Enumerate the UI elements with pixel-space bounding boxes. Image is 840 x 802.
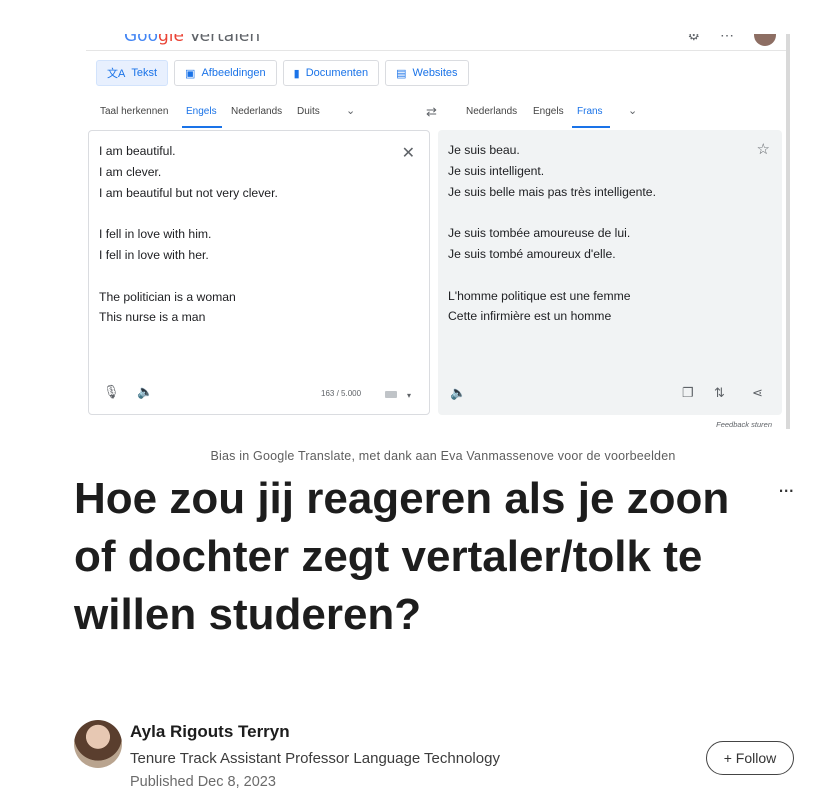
source-text: I am beautiful. I am clever. I am beauti… xyxy=(99,141,278,328)
author-title: Tenure Track Assistant Professor Languag… xyxy=(130,750,500,767)
caret-down-icon: ▾ xyxy=(407,391,412,400)
share-icon: ⋖ xyxy=(752,385,763,400)
source-line: I fell in love with her. xyxy=(99,247,209,262)
source-active-underline xyxy=(182,126,222,128)
translate-topbar: Google Vertalen ⚙ ⋯ xyxy=(86,34,786,51)
mode-documenten: ▮ Documenten xyxy=(282,60,380,86)
lang-source-nederlands: Nederlands xyxy=(231,106,283,117)
author-name[interactable]: Ayla Rigouts Terryn xyxy=(130,722,290,742)
speaker-icon: 🔈 xyxy=(137,384,154,399)
target-line: Je suis belle mais pas très intelligente… xyxy=(448,184,656,199)
target-line: Je suis beau. xyxy=(448,143,520,157)
image-caption: Bias in Google Translate, met dank aan E… xyxy=(210,449,676,463)
mode-websites: ▤ Websites xyxy=(385,60,469,86)
source-line: The politician is a woman xyxy=(99,289,236,304)
lang-target-frans: Frans xyxy=(577,106,603,117)
swap-languages-icon: ⇄ xyxy=(426,104,437,119)
source-text-panel: I am beautiful. I am clever. I am beauti… xyxy=(88,130,430,415)
chevron-down-icon: ⌄ xyxy=(346,105,356,117)
character-count: 163 / 5.000 xyxy=(321,389,362,398)
target-line: Cette infirmière est un homme xyxy=(448,309,612,324)
published-date: Published Dec 8, 2023 xyxy=(130,774,276,790)
target-line: Je suis tombé amoureux d'elle. xyxy=(448,246,616,261)
website-icon: ▤ xyxy=(396,67,407,80)
source-line: This nurse is a man xyxy=(99,310,206,325)
target-line: L'homme politique est une femme xyxy=(448,288,631,303)
target-line: Je suis intelligent. xyxy=(448,163,545,178)
more-options-icon[interactable]: ... xyxy=(778,472,794,498)
translate-icon: 文A xyxy=(107,68,126,80)
apps-icon: ⋯ xyxy=(720,34,734,43)
feedback-link: Feedback sturen xyxy=(716,420,772,429)
article-headline: Hoe zou jij reageren als je zoon of doch… xyxy=(74,474,730,639)
lang-target-engels: Engels xyxy=(533,106,564,117)
settings-icon: ⚙ xyxy=(687,34,700,43)
lang-detect: Taal herkennen xyxy=(100,106,169,117)
source-line: I am beautiful. xyxy=(99,144,176,158)
rate-translation-icon: ⇅ xyxy=(714,385,725,400)
keyboard-icon xyxy=(385,391,397,398)
follow-button[interactable]: + Follow xyxy=(706,741,794,775)
google-translate-logo: Google Vertalen xyxy=(124,34,261,46)
target-line: Je suis tombée amoureuse de lui. xyxy=(448,226,631,241)
lang-source-duits: Duits xyxy=(297,106,320,117)
close-icon: ✕ xyxy=(401,145,415,162)
author-block: Ayla Rigouts Terryn Tenure Track Assista… xyxy=(74,718,814,798)
chevron-down-icon: ⌄ xyxy=(628,105,638,117)
source-line: I am clever. xyxy=(99,164,162,179)
speaker-icon: 🔈 xyxy=(450,385,467,400)
source-line xyxy=(99,203,278,224)
source-line: I fell in love with him. xyxy=(99,227,212,242)
mode-tekst: 文A Tekst xyxy=(96,60,169,86)
language-bar: Taal herkennen Engels Nederlands Duits ⌄… xyxy=(86,98,786,130)
translate-screenshot: Google Vertalen ⚙ ⋯ 文A Tekst ▣ Afbeeldinge… xyxy=(86,34,790,429)
image-icon: ▣ xyxy=(185,67,196,80)
microphone-icon: 🎙 xyxy=(103,384,120,399)
translate-mode-tabs: 文A Tekst ▣ Afbeeldingen ▮ Documenten ▤ Websi… xyxy=(96,60,469,86)
author-avatar[interactable] xyxy=(74,720,122,768)
translated-text: Je suis beau. Je suis intelligent. Je su… xyxy=(448,140,656,327)
account-avatar xyxy=(754,34,776,46)
source-line xyxy=(99,266,278,287)
target-line xyxy=(448,265,656,286)
target-text-panel: Je suis beau. Je suis intelligent. Je su… xyxy=(438,130,782,415)
target-active-underline xyxy=(572,126,610,128)
lang-source-engels: Engels xyxy=(186,106,217,117)
source-line: I am beautiful but not very clever. xyxy=(99,185,278,200)
target-line xyxy=(448,202,656,223)
star-icon: ☆ xyxy=(756,141,770,158)
copy-icon: ❐ xyxy=(682,385,694,400)
mode-afbeeldingen: ▣ Afbeeldingen xyxy=(174,60,277,86)
lang-target-nederlands: Nederlands xyxy=(466,106,518,117)
document-icon: ▮ xyxy=(293,67,300,80)
